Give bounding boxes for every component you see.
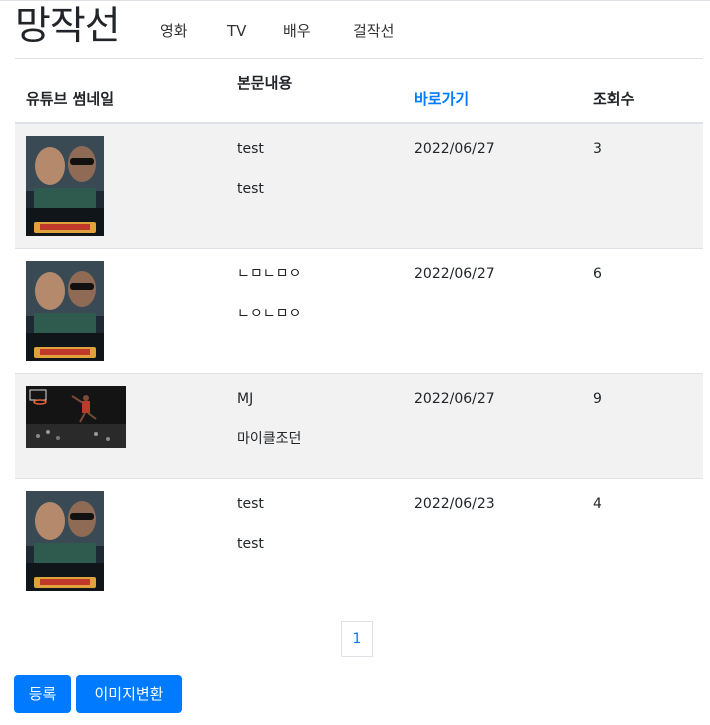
page: 망작선 영화 TV 배우 걸작선 유튜브 썸네일 본문내용 바로가기 조회수 t… [0,0,710,725]
post-date: 2022/06/27 [414,391,495,407]
board-table: 유튜브 썸네일 본문내용 바로가기 조회수 test test 2022/06/… [15,60,703,604]
basketball-image-icon [26,386,126,448]
register-button[interactable]: 등록 [14,675,71,713]
poster-image-icon [26,136,104,236]
post-body: test [237,181,264,197]
header-link[interactable]: 바로가기 [414,89,469,109]
post-title: MJ [237,391,254,407]
table-row: test test 2022/06/23 4 [15,479,703,604]
pagination-page-1[interactable]: 1 [341,621,373,657]
poster-image-icon [26,261,104,361]
post-date: 2022/06/23 [414,496,495,512]
nav-link-actor[interactable]: 배우 [283,21,311,41]
post-title: test [237,141,264,157]
table-row: MJ 마이클조던 2022/06/27 9 [15,374,703,479]
table-row: test test 2022/06/27 3 [15,124,703,249]
table-header: 유튜브 썸네일 본문내용 바로가기 조회수 [15,60,703,124]
nav-link-tv[interactable]: TV [227,21,246,41]
header-content: 본문내용 [237,74,293,92]
convert-image-button[interactable]: 이미지변환 [76,675,182,713]
post-body: test [237,536,264,552]
thumbnail-image[interactable] [26,136,104,236]
poster-image-icon [26,491,104,591]
post-date: 2022/06/27 [414,266,495,282]
post-title: test [237,496,264,512]
thumbnail-image[interactable] [26,261,104,361]
post-views: 9 [593,391,602,407]
nav-link-masterpiece[interactable]: 걸작선 [353,21,394,41]
thumbnail-image[interactable] [26,491,104,591]
table-row: ㄴㅁㄴㅁㅇ ㄴㅇㄴㅁㅇ 2022/06/27 6 [15,249,703,374]
post-body: ㄴㅇㄴㅁㅇ [237,306,302,322]
post-views: 3 [593,141,602,157]
post-views: 6 [593,266,602,282]
header-views: 조회수 [593,90,635,108]
post-date: 2022/06/27 [414,141,495,157]
nav-link-movie[interactable]: 영화 [160,21,188,41]
navbar: 망작선 영화 TV 배우 걸작선 [15,1,703,59]
header-thumbnail: 유튜브 썸네일 [26,90,115,108]
thumbnail-image[interactable] [26,386,126,448]
post-views: 4 [593,496,602,512]
post-title: ㄴㅁㄴㅁㅇ [237,266,302,282]
post-body: 마이클조던 [237,431,302,447]
brand-logo[interactable]: 망작선 [15,3,121,51]
